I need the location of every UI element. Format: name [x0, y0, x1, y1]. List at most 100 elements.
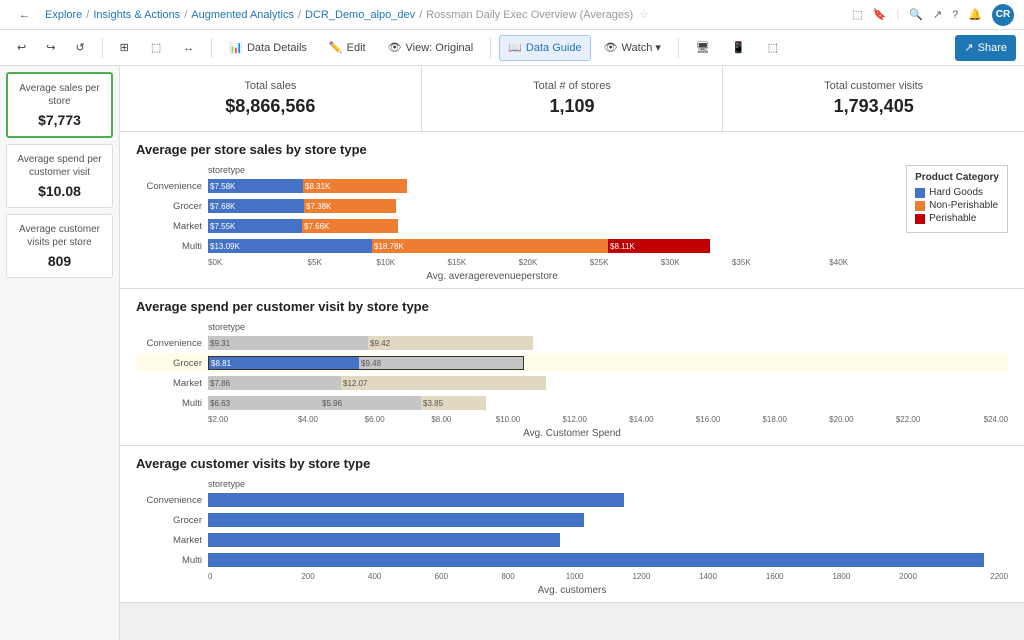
- bookmark-icon[interactable]: 🔖: [873, 8, 887, 21]
- mobile-button[interactable]: 📱: [723, 35, 755, 61]
- arrows-button[interactable]: ↔: [174, 35, 203, 61]
- chart3-row-market: Market: [136, 531, 1008, 549]
- back-button[interactable]: ←: [10, 2, 39, 28]
- undo-button[interactable]: ↩: [8, 35, 35, 61]
- bar2-conv-2: $9.42: [368, 336, 533, 350]
- bar-grocer-hard: $7.68K: [208, 199, 304, 213]
- chart2-xlabel: Avg. Customer Spend: [136, 428, 1008, 439]
- chart3-section: Average customer visits by store type st…: [120, 446, 1024, 603]
- breadcrumb-explore[interactable]: Explore: [45, 9, 82, 21]
- redo2-button[interactable]: ↺: [66, 35, 93, 61]
- stat-total-sales-value: $8,866,566: [130, 96, 411, 117]
- layout-button[interactable]: ⬚: [142, 35, 170, 61]
- bar-multi-nonperish: $18.78K: [372, 239, 608, 253]
- present-button[interactable]: 🖥: [687, 35, 719, 61]
- bar2-multi-3: $3.85: [421, 396, 486, 410]
- chart1-storetype-label: storetype: [208, 165, 848, 175]
- sidebar-card-sales-title: Average sales per store: [14, 82, 105, 108]
- chart1-row-market: Market $7.55K $7.66K: [136, 217, 848, 235]
- sidebar-card-visits[interactable]: Average customer visits per store 809: [6, 214, 113, 278]
- bar-conv-nonperish: $8.31K: [303, 179, 407, 193]
- bar3-convenience: [208, 493, 624, 507]
- bar2-multi-1: $6.63: [208, 396, 320, 410]
- help-icon[interactable]: ?: [952, 9, 958, 21]
- sidebar-card-spend-title: Average spend per customer visit: [13, 153, 106, 179]
- watch-button[interactable]: 👁 Watch ▾: [595, 35, 670, 61]
- legend-hard-goods-dot: [915, 188, 925, 198]
- chart2-section: Average spend per customer visit by stor…: [120, 289, 1024, 446]
- share-button[interactable]: ↗ Share: [955, 35, 1016, 61]
- sidebar-card-visits-value: 809: [13, 253, 106, 269]
- sidebar: Average sales per store $7,773 Average s…: [0, 66, 120, 640]
- sidebar-card-spend-value: $10.08: [13, 183, 106, 199]
- view-icon: 👁: [388, 41, 402, 54]
- bar-multi-perish: $8.11K: [608, 239, 710, 253]
- legend-hard-goods: Hard Goods: [915, 187, 999, 198]
- chart2-title: Average spend per customer visit by stor…: [136, 299, 1008, 314]
- chart2-storetype-label: storetype: [208, 322, 1008, 332]
- avatar[interactable]: CR: [992, 4, 1014, 26]
- tablet2-button[interactable]: ⬚: [759, 35, 787, 61]
- star-icon[interactable]: ☆: [639, 8, 649, 21]
- main-layout: Average sales per store $7,773 Average s…: [0, 66, 1024, 640]
- redo-button[interactable]: ↪: [37, 35, 64, 61]
- bar-market-nonperish: $7.66K: [302, 219, 398, 233]
- bar3-market: [208, 533, 560, 547]
- legend-perishable-dot: [915, 214, 925, 224]
- chart2-row-multi: Multi $6.63 $5.96 $3.85: [136, 394, 1008, 412]
- stat-total-visits-value: 1,793,405: [733, 96, 1014, 117]
- undo-redo-group: ↩ ↪ ↺: [8, 35, 94, 61]
- bell-icon[interactable]: 🔔: [968, 8, 982, 21]
- stat-total-visits: Total customer visits 1,793,405: [723, 66, 1024, 131]
- chart2-row-grocer: Grocer $8.81 $9.48: [136, 354, 1008, 372]
- bar2-market-2: $12.07: [341, 376, 546, 390]
- chart2-x-axis: $2.00 $4.00 $6.00 $8.00 $10.00 $12.00 $1…: [208, 415, 1008, 424]
- chart1-title: Average per store sales by store type: [136, 142, 1008, 157]
- stat-total-stores-value: 1,109: [432, 96, 713, 117]
- chart1-legend: Product Category Hard Goods Non-Perishab…: [906, 165, 1008, 233]
- share-icon[interactable]: ↗: [933, 8, 942, 21]
- edit-button[interactable]: ✏️ Edit: [320, 35, 375, 61]
- tablet-icon[interactable]: ⬚: [852, 8, 862, 21]
- sidebar-card-sales[interactable]: Average sales per store $7,773: [6, 72, 113, 138]
- sidebar-card-sales-value: $7,773: [14, 112, 105, 128]
- chart1-x-axis: $0K $5K $10K $15K $20K $25K $30K $35K $4…: [208, 258, 848, 267]
- grid-button[interactable]: ⊞: [111, 35, 138, 61]
- view-original-button[interactable]: 👁 View: Original: [379, 35, 483, 61]
- chart2-row-convenience: Convenience $9.31 $9.42: [136, 334, 1008, 352]
- breadcrumb-augmented[interactable]: Augmented Analytics: [191, 9, 294, 21]
- chart3-xlabel: Avg. customers: [136, 585, 1008, 596]
- stat-row: Total sales $8,866,566 Total # of stores…: [120, 66, 1024, 132]
- breadcrumb-title: Rossman Daily Exec Overview (Averages): [426, 9, 633, 21]
- stat-total-visits-title: Total customer visits: [733, 80, 1014, 92]
- bar-market-hard: $7.55K: [208, 219, 302, 233]
- bar2-market-1: $7.86: [208, 376, 341, 390]
- stat-total-stores-title: Total # of stores: [432, 80, 713, 92]
- bar2-multi-2: $5.96: [320, 396, 421, 410]
- search-icon[interactable]: 🔍: [909, 8, 923, 21]
- sep3: [490, 38, 491, 58]
- stat-total-sales: Total sales $8,866,566: [120, 66, 422, 131]
- bar-multi-hard: $13.09K: [208, 239, 372, 253]
- chart1-row-multi: Multi $13.09K $18.78K $8.11K: [136, 237, 848, 255]
- content-area: Total sales $8,866,566 Total # of stores…: [120, 66, 1024, 640]
- data-details-button[interactable]: 📊 Data Details: [220, 35, 316, 61]
- toolbar: ↩ ↪ ↺ ⊞ ⬚ ↔ 📊 Data Details ✏️ Edit 👁 Vie…: [0, 30, 1024, 66]
- data-guide-icon: 📖: [508, 41, 522, 54]
- breadcrumb-insights[interactable]: Insights & Actions: [93, 9, 180, 21]
- chart3-row-multi: Multi: [136, 551, 1008, 569]
- chart3-row-convenience: Convenience: [136, 491, 1008, 509]
- legend-non-perishable-dot: [915, 201, 925, 211]
- data-guide-button[interactable]: 📖 Data Guide: [499, 35, 590, 61]
- chart1-section: Average per store sales by store type Pr…: [120, 132, 1024, 289]
- bar2-grocer-2: $9.48: [359, 357, 523, 369]
- breadcrumb-project[interactable]: DCR_Demo_alpo_dev: [305, 9, 415, 21]
- chart3-row-grocer: Grocer: [136, 511, 1008, 529]
- legend-non-perishable: Non-Perishable: [915, 200, 999, 211]
- chart3-title: Average customer visits by store type: [136, 456, 1008, 471]
- bar2-conv-1: $9.31: [208, 336, 368, 350]
- sidebar-card-spend[interactable]: Average spend per customer visit $10.08: [6, 144, 113, 208]
- bar2-grocer-1: $8.81: [209, 357, 359, 369]
- chart1-xlabel: Avg. averagerevenueperstore: [136, 271, 848, 282]
- share-arrow-icon: ↗: [964, 41, 973, 54]
